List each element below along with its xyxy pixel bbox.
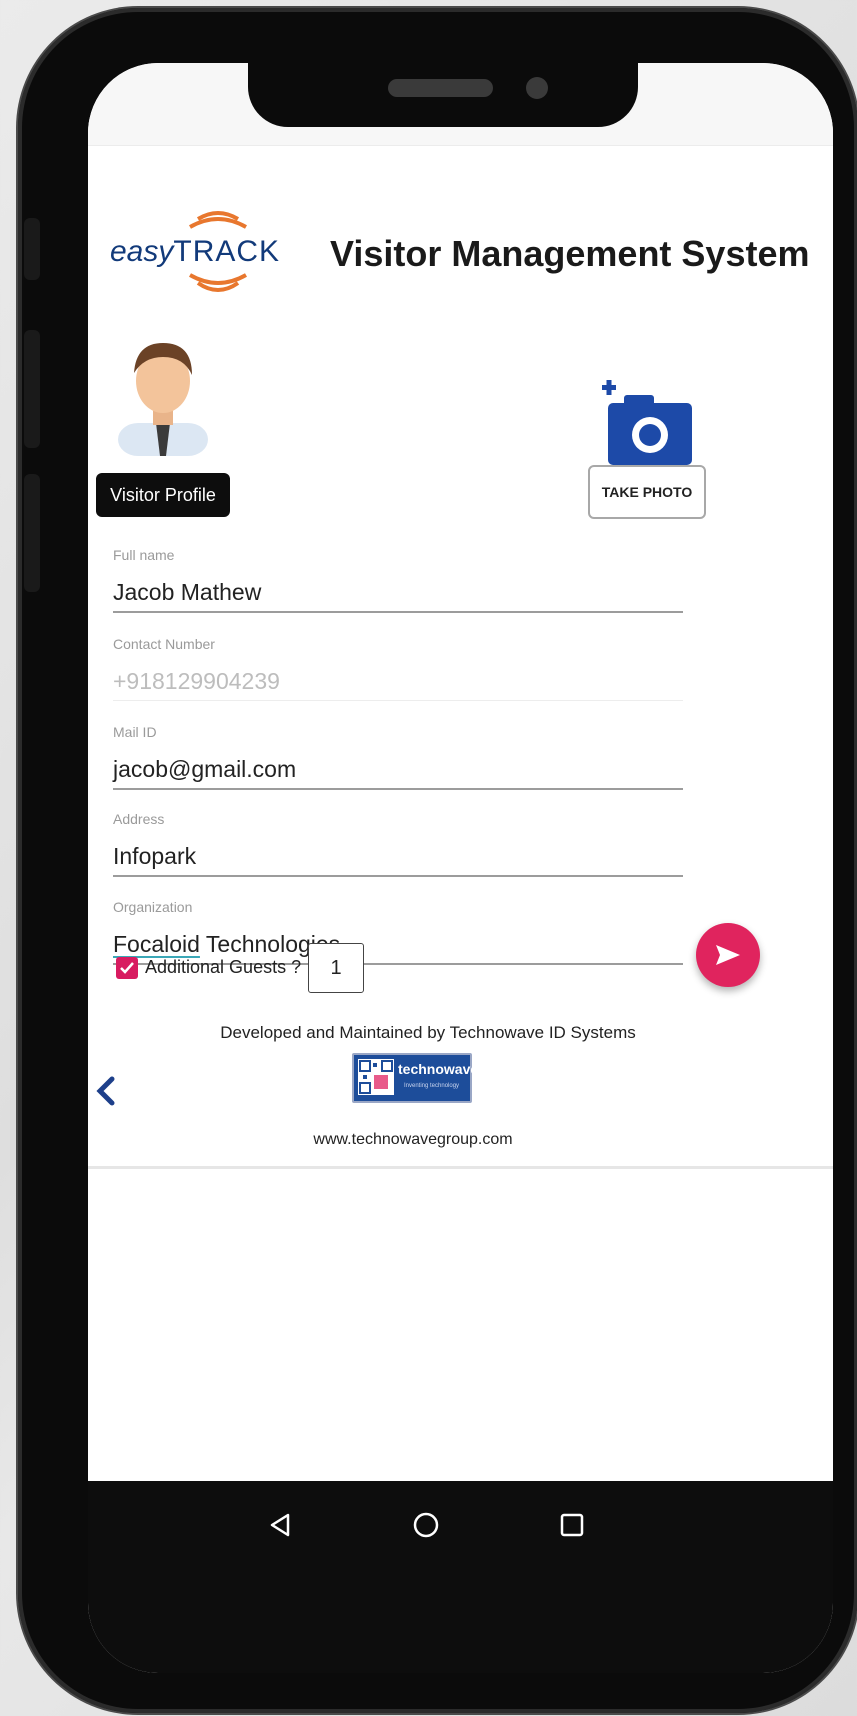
qr-code-icon — [358, 1059, 394, 1095]
front-camera — [526, 77, 548, 99]
phone-notch — [248, 63, 638, 127]
field-label: Contact Number — [113, 636, 215, 652]
field-label: Address — [113, 811, 165, 827]
field-value[interactable]: Jacob Mathew — [113, 579, 683, 606]
logo-wordmark: easyTRACK — [110, 235, 280, 269]
chevron-left-icon[interactable] — [90, 1071, 120, 1111]
field-value[interactable]: jacob@gmail.com — [113, 756, 683, 783]
field-label: Mail ID — [113, 724, 157, 740]
technowave-logo: technowave Inventing technology — [352, 1053, 478, 1103]
speaker-grille — [388, 79, 493, 97]
technowave-tagline: Inventing technology — [404, 1083, 460, 1089]
mail-id-field[interactable]: Mail ID jacob@gmail.com — [113, 724, 683, 790]
address-field[interactable]: Address Infopark — [113, 811, 683, 877]
add-camera-icon[interactable] — [594, 363, 692, 467]
phone-volume-down — [24, 474, 40, 592]
easytrack-logo: easyTRACK — [110, 205, 290, 301]
circle-home-icon[interactable] — [406, 1505, 446, 1545]
additional-guests-row: Additional Guests ? 1 — [113, 943, 413, 993]
page-title: Visitor Management System — [330, 233, 810, 274]
phone-volume-up — [24, 330, 40, 448]
checkmark-icon — [120, 962, 134, 974]
technowave-name: technowave — [398, 1061, 479, 1077]
field-label: Full name — [113, 547, 175, 563]
field-value[interactable]: +918129904239 — [113, 668, 683, 695]
send-icon — [716, 945, 740, 965]
field-underline — [113, 611, 683, 613]
field-label: Organization — [113, 899, 193, 915]
guest-count-input[interactable]: 1 — [308, 943, 364, 993]
system-nav-bar — [88, 1481, 833, 1673]
square-recents-icon[interactable] — [552, 1505, 592, 1545]
website-link[interactable]: www.technowavegroup.com — [88, 1131, 738, 1149]
field-underline — [113, 788, 683, 790]
field-underline — [113, 700, 683, 701]
take-photo-button[interactable]: TAKE PHOTO — [588, 465, 706, 519]
contact-number-field[interactable]: Contact Number +918129904239 — [113, 636, 683, 701]
content-divider — [88, 1166, 833, 1169]
triangle-back-icon[interactable] — [260, 1505, 300, 1545]
phone-frame: easyTRACK Visitor Management System Visi… — [18, 8, 857, 1713]
app-header: easyTRACK Visitor Management System — [88, 193, 833, 303]
logo-track: TRACK — [173, 235, 281, 268]
field-underline — [113, 875, 683, 877]
full-name-field[interactable]: Full name Jacob Mathew — [113, 547, 683, 613]
additional-guests-checkbox[interactable] — [116, 957, 138, 979]
additional-guests-label: Additional Guests ? — [145, 957, 302, 977]
visitor-profile-tag: Visitor Profile — [96, 473, 230, 517]
logo-easy: easy — [110, 235, 174, 268]
developer-credit: Developed and Maintained by Technowave I… — [220, 1023, 636, 1042]
submit-button[interactable] — [696, 923, 760, 987]
app-screen: easyTRACK Visitor Management System Visi… — [88, 63, 833, 1673]
phone-side-button — [24, 218, 40, 280]
field-value[interactable]: Infopark — [113, 843, 683, 870]
visitor-avatar[interactable] — [108, 331, 218, 456]
